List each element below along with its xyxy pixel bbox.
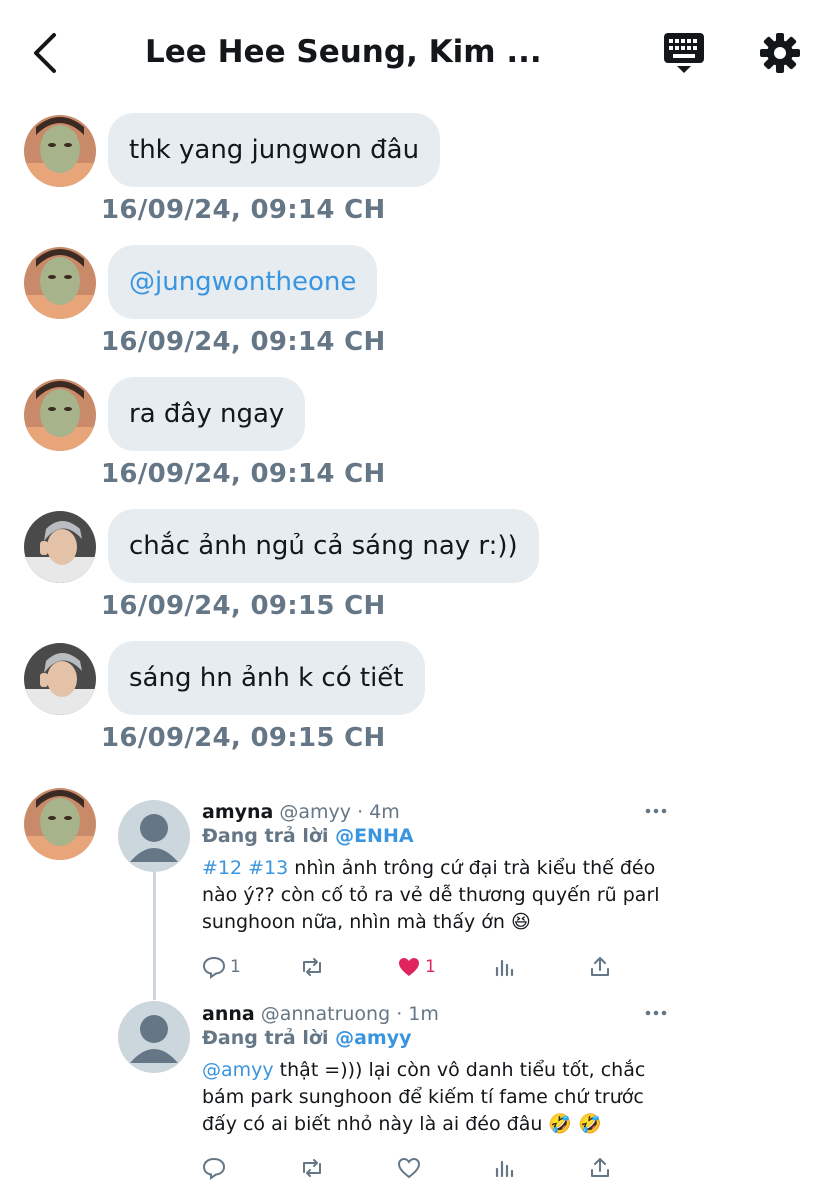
more-options-icon[interactable] <box>644 1008 668 1018</box>
tweet-avatar[interactable] <box>118 1001 190 1073</box>
share-button[interactable] <box>588 952 612 982</box>
conversation-title[interactable]: Lee Hee Seung, Kim ... <box>145 28 565 76</box>
reply-icon <box>202 1157 226 1180</box>
tweet-author-name[interactable]: amyna <box>202 801 273 823</box>
avatar[interactable] <box>24 788 96 860</box>
tweet-author-name[interactable]: anna <box>202 1003 255 1025</box>
share-button[interactable] <box>588 1153 612 1183</box>
tweet-text: #12 #13 nhìn ảnh trông cứ đại trà kiểu t… <box>202 855 672 936</box>
avatar[interactable] <box>24 115 96 187</box>
tweet-text: @amyy thật =))) lại còn vô danh tiểu tốt… <box>202 1057 672 1138</box>
message-bubble[interactable]: ra đây ngay <box>108 377 306 451</box>
more-options-icon[interactable] <box>644 806 668 816</box>
message-timestamp: 16/09/24, 09:14 CH <box>101 327 386 357</box>
replying-to: Đang trả lời @amyy <box>202 1027 411 1049</box>
message-timestamp: 16/09/24, 09:15 CH <box>101 591 386 621</box>
analytics-icon <box>495 959 514 977</box>
message-timestamp: 16/09/24, 09:15 CH <box>101 723 386 753</box>
avatar[interactable] <box>24 379 96 451</box>
replying-to-label: Đang trả lời <box>202 1027 329 1049</box>
grey-hair-avatar-icon <box>24 643 96 715</box>
message-bubble[interactable]: thk yang jungwon đâu <box>108 113 441 187</box>
message-timestamp: 16/09/24, 09:14 CH <box>101 195 386 225</box>
reply-icon <box>202 956 226 979</box>
tweet-header: amyna @amyy · 4m <box>202 801 400 823</box>
default-profile-icon <box>130 1015 178 1063</box>
retweet-icon <box>303 958 321 976</box>
keyboard-icon <box>664 33 704 73</box>
face-mask-avatar-icon <box>24 379 96 451</box>
replying-to-mention[interactable]: @amyy <box>335 1027 411 1049</box>
chat-header: Lee Hee Seung, Kim ... <box>0 0 828 104</box>
tweet-header: anna @annatruong · 1m <box>202 1003 439 1025</box>
avatar[interactable] <box>24 511 96 583</box>
retweet-button[interactable] <box>299 952 325 982</box>
back-button[interactable] <box>28 30 68 76</box>
face-mask-avatar-icon <box>24 115 96 187</box>
like-button[interactable]: 1 <box>397 952 436 982</box>
tweet-mention[interactable]: @amyy <box>202 1059 274 1081</box>
avatar[interactable] <box>24 643 96 715</box>
replying-to: Đang trả lời @ENHA <box>202 825 414 847</box>
reply-button[interactable] <box>202 1153 230 1183</box>
shared-tweet-message: amyna @amyy · 4m Đang trả lời @ENHA #12 … <box>0 780 828 1194</box>
gear-icon <box>760 33 800 73</box>
default-profile-icon <box>130 814 178 862</box>
grey-hair-avatar-icon <box>24 511 96 583</box>
retweet-icon <box>303 1159 321 1177</box>
heart-outline-icon <box>397 1157 421 1179</box>
share-icon <box>591 1158 609 1177</box>
tweet-author-handle: @annatruong · 1m <box>260 1003 439 1025</box>
message-timestamp: 16/09/24, 09:14 CH <box>101 459 386 489</box>
tweet-hashtags[interactable]: #12 #13 <box>202 857 288 879</box>
analytics-button[interactable] <box>492 1153 516 1183</box>
reply-count: 1 <box>230 957 241 977</box>
keyboard-button[interactable] <box>660 30 708 76</box>
analytics-button[interactable] <box>492 952 516 982</box>
message-bubble-mention[interactable]: @jungwontheone <box>108 245 378 319</box>
avatar[interactable] <box>24 247 96 319</box>
thread-connector <box>153 872 156 1000</box>
face-mask-avatar-icon <box>24 247 96 319</box>
chevron-left-icon <box>34 33 56 73</box>
share-icon <box>591 957 609 976</box>
like-count: 1 <box>425 957 436 977</box>
heart-filled-icon <box>399 958 419 976</box>
analytics-icon <box>495 1160 514 1178</box>
retweet-button[interactable] <box>299 1153 325 1183</box>
tweet-author-handle: @amyy · 4m <box>279 801 400 823</box>
tweet-actions: 1 1 <box>202 952 632 982</box>
message-bubble[interactable]: sáng hn ảnh k có tiết <box>108 641 425 715</box>
like-button[interactable] <box>397 1153 425 1183</box>
replying-to-label: Đang trả lời <box>202 825 329 847</box>
tweet-avatar[interactable] <box>118 800 190 872</box>
tweet-actions <box>202 1153 632 1183</box>
message-bubble[interactable]: chắc ảnh ngủ cả sáng nay r:)) <box>108 509 539 583</box>
settings-button[interactable] <box>756 29 804 77</box>
reply-button[interactable]: 1 <box>202 952 241 982</box>
replying-to-mention[interactable]: @ENHA <box>335 825 414 847</box>
face-mask-avatar-icon <box>24 788 96 860</box>
